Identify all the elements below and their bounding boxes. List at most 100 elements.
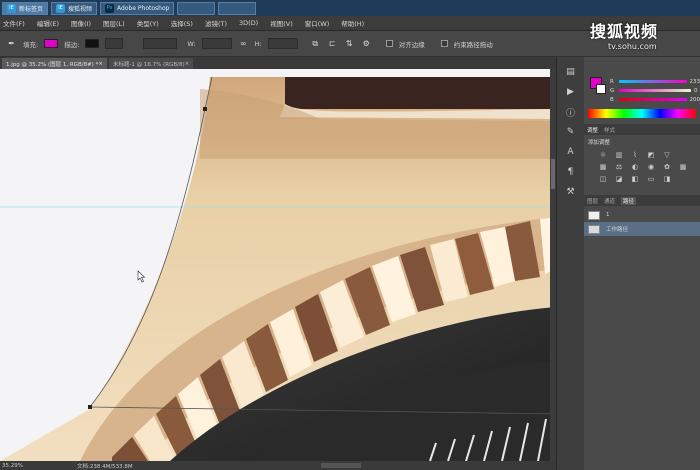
posterize-icon[interactable]: ◪ (614, 174, 624, 183)
layers-panel-header: 图层 通道 路径 (584, 195, 700, 206)
document-size: 文档:238.4M/533.8M (76, 463, 133, 470)
vibrance-icon[interactable]: ▽ (662, 150, 672, 159)
balance-icon[interactable]: ⚖ (614, 162, 624, 171)
blank-icon (678, 150, 688, 159)
adjustments-title: 添加调整 (588, 140, 611, 146)
width-label: W: (187, 39, 196, 48)
stroke-width-field[interactable] (105, 38, 124, 49)
fill-label: 填充: (23, 40, 39, 49)
horizontal-scrollbar[interactable] (320, 463, 361, 468)
tab-adjustments[interactable]: 调整 (587, 126, 598, 134)
path-operations-icon[interactable]: ⧉ (310, 38, 321, 49)
threshold-icon[interactable]: ◧ (630, 174, 640, 183)
bw-icon[interactable]: ◐ (630, 162, 640, 171)
invert-icon[interactable]: ◫ (598, 174, 608, 183)
actions-icon[interactable]: ▶ (564, 85, 578, 99)
info-icon[interactable]: ⓘ (564, 105, 578, 119)
doc-tab-label: 未标题-1 @ 16.7% (RGB/8) (112, 61, 185, 68)
taskbar: IE 新标签页 IE 搜狐视频 Ps Adobe Photoshop (0, 0, 700, 16)
levels-icon[interactable]: ▥ (614, 150, 624, 159)
doc-tab-label: 1.jpg @ 35.2% (图层 1, RGB/8#) * (6, 61, 99, 68)
menu-help[interactable]: 帮助(H) (341, 18, 364, 28)
path-arrangement-icon[interactable]: ⇅ (344, 38, 355, 49)
path-label: 工作路径 (606, 227, 629, 233)
fill-color-swatch[interactable] (44, 39, 59, 48)
zoom-level[interactable]: 35.29% (2, 463, 23, 469)
taskbar-tab-empty[interactable] (177, 1, 216, 15)
path-alignment-icon[interactable]: ⊏ (327, 38, 338, 49)
rubber-band-checkbox[interactable] (440, 40, 448, 47)
sohu-brand: 搜狐视频 (590, 22, 659, 41)
stroke-type-field[interactable] (143, 38, 178, 49)
curves-icon[interactable]: ⌇ (630, 150, 640, 159)
document-canvas[interactable] (0, 69, 556, 461)
stroke-color-swatch[interactable] (85, 39, 100, 48)
doc-tab-2[interactable]: 未标题-1 @ 16.7% (RGB/8) × (108, 58, 194, 69)
paragraph-icon[interactable]: ¶ (564, 165, 578, 179)
blank-icon (678, 174, 688, 183)
path-row[interactable]: 1 (584, 208, 700, 222)
mixer-icon[interactable]: ✿ (662, 162, 672, 171)
pen-tool-icon[interactable]: ✒ (6, 38, 17, 49)
taskbar-tab-label: Adobe Photoshop (117, 4, 170, 12)
menu-type[interactable]: 类型(Y) (137, 18, 159, 28)
path-row-selected[interactable]: 工作路径 (584, 222, 700, 236)
gradient-map-icon[interactable]: ▭ (646, 174, 656, 183)
status-bar: 35.29% 文档:238.4M/533.8M (0, 461, 556, 470)
path-label: 1 (606, 212, 610, 218)
link-icon[interactable]: ∞ (238, 38, 249, 49)
history-icon[interactable]: ▤ (564, 65, 578, 79)
tab-channels[interactable]: 通道 (604, 197, 615, 205)
blue-slider[interactable] (618, 98, 687, 101)
red-slider[interactable] (618, 80, 687, 83)
taskbar-tab-label: 搜狐视频 (68, 5, 93, 13)
photoshop-icon: Ps (105, 3, 115, 13)
height-label: H: (254, 39, 262, 48)
taskbar-tab-sohu[interactable]: IE 搜狐视频 (51, 1, 98, 15)
selective-color-icon[interactable]: ◨ (662, 174, 672, 183)
menu-edit[interactable]: 编辑(E) (37, 18, 59, 28)
blue-value[interactable]: 200 (690, 97, 700, 103)
menu-view[interactable]: 视图(V) (270, 18, 293, 28)
scrollbar-thumb[interactable] (551, 159, 555, 189)
browser-icon: IE (7, 3, 16, 13)
rubber-band-label: 约束路径拖动 (453, 40, 493, 49)
green-slider[interactable] (619, 89, 691, 92)
hue-icon[interactable]: ▦ (598, 162, 608, 171)
path-thumbnail (588, 224, 600, 234)
align-edges-checkbox[interactable] (385, 40, 393, 47)
height-field[interactable] (267, 38, 298, 49)
taskbar-tab-photoshop[interactable]: Ps Adobe Photoshop (100, 1, 175, 15)
background-color-swatch[interactable] (596, 84, 606, 94)
photo-filter-icon[interactable]: ◉ (646, 162, 656, 171)
panel-dock-strip: ▤ ▶ ⓘ ✎ A ¶ ⚒ (556, 57, 584, 470)
menu-image[interactable]: 图像(I) (71, 18, 91, 28)
settings-gear-icon[interactable]: ⚙ (361, 38, 372, 49)
menu-filter[interactable]: 滤镜(T) (205, 18, 227, 28)
menu-file[interactable]: 文件(F) (3, 18, 25, 28)
red-value[interactable]: 233 (690, 79, 700, 85)
menu-3d[interactable]: 3D(D) (239, 19, 258, 27)
width-field[interactable] (201, 38, 232, 49)
menu-select[interactable]: 选择(S) (171, 18, 193, 28)
tab-layers[interactable]: 图层 (587, 197, 598, 205)
brush-preset-icon[interactable]: ✎ (564, 125, 578, 139)
tab-styles[interactable]: 样式 (604, 126, 615, 134)
color-ramp[interactable] (588, 109, 696, 118)
menu-window[interactable]: 窗口(W) (305, 18, 330, 28)
character-icon[interactable]: A (564, 145, 578, 159)
tab-paths[interactable]: 路径 (621, 196, 637, 205)
doc-tab-1[interactable]: 1.jpg @ 35.2% (图层 1, RGB/8#) * × (2, 58, 107, 69)
taskbar-tab-empty[interactable] (218, 1, 257, 15)
exposure-icon[interactable]: ◩ (646, 150, 656, 159)
brightness-icon[interactable]: ☼ (598, 150, 608, 159)
taskbar-tab-browser[interactable]: IE 新标签页 (2, 1, 49, 15)
right-panels: R 233 G 0 B 200 调整 样式 添加调整 ☼ ▥ ⌇ ◩ ▽ ▦ ⚖… (584, 57, 700, 470)
green-value[interactable]: 0 (694, 88, 698, 94)
document-tabs: 1.jpg @ 35.2% (图层 1, RGB/8#) * × 未标题-1 @… (0, 57, 556, 69)
taskbar-tab-label: 新标签页 (19, 5, 44, 13)
lookup-icon[interactable]: ▦ (678, 162, 688, 171)
menu-layer[interactable]: 图层(L) (103, 18, 125, 28)
green-slider-label: G (610, 87, 615, 94)
tool-preset-icon[interactable]: ⚒ (564, 185, 578, 199)
